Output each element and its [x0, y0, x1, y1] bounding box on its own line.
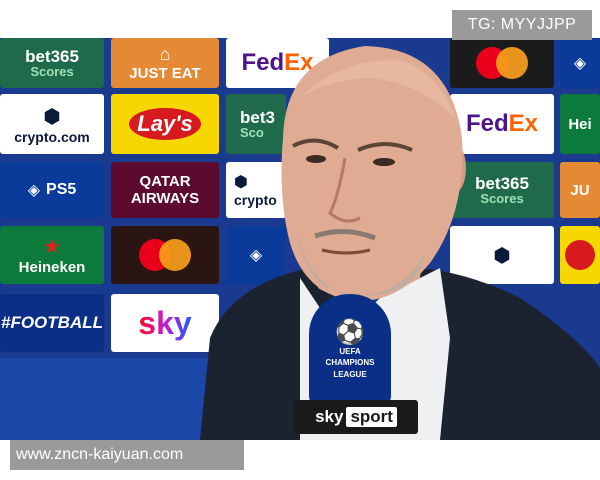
interview-photo: bet365 Scores ⌂ JUST EAT Fed Ex ◈ ⬢ crypt…	[0, 38, 600, 440]
watermark-bottom-left: www.zncn-kaiyuan.com	[10, 440, 244, 470]
mic-flag-sky-sport: sky sport	[294, 400, 418, 434]
mic-flag-sport: sport	[346, 407, 397, 427]
coach-figure	[200, 46, 600, 440]
right-eye	[373, 158, 395, 166]
watermark-top-right: TG: MYYJJPP	[452, 10, 592, 40]
mic-label-3: LEAGUE	[333, 369, 367, 379]
mic-flag-sky: sky	[315, 407, 344, 426]
mic-label-2: CHAMPIONS	[325, 358, 375, 368]
left-eye	[306, 155, 326, 163]
champions-league-ball-icon: ⚽	[335, 318, 365, 346]
mic-label-1: UEFA	[339, 346, 361, 356]
microphone: ⚽ UEFA CHAMPIONS LEAGUE	[309, 294, 391, 406]
